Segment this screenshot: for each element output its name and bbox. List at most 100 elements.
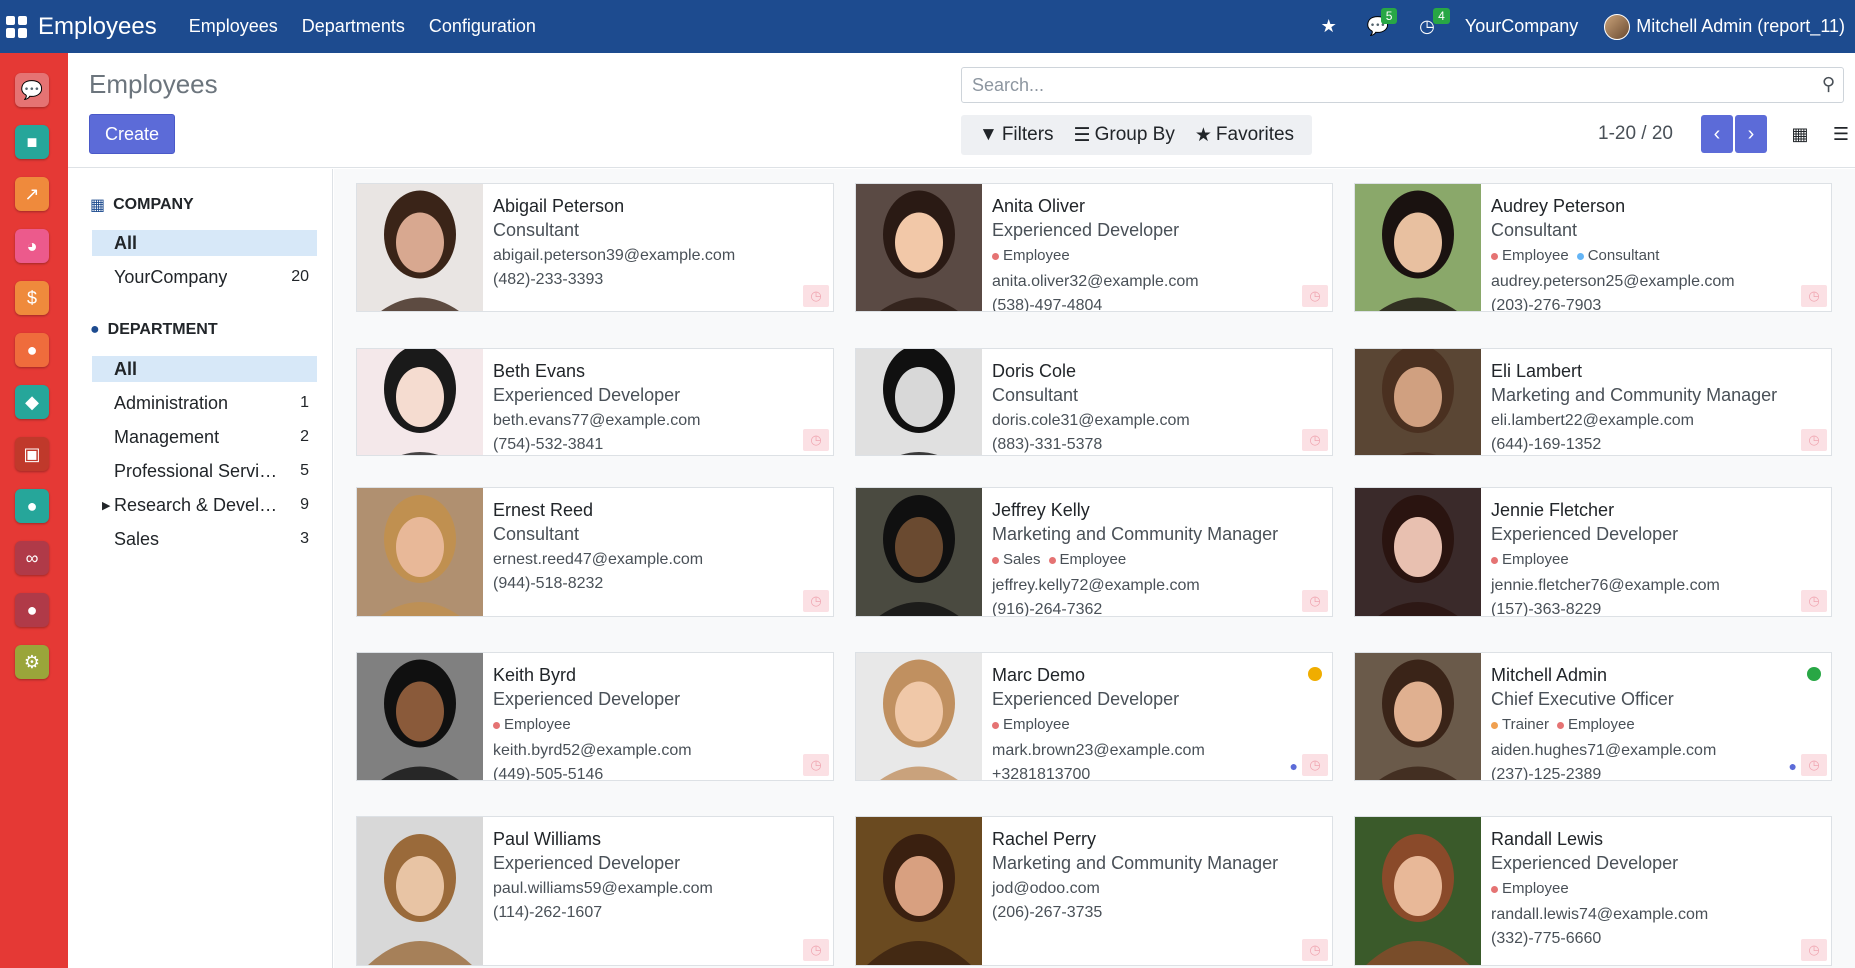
inventory-app-icon[interactable]: ▣ xyxy=(15,437,49,471)
activity-clock-icon[interactable]: ◷ xyxy=(1801,429,1827,451)
employee-name[interactable]: Mitchell Admin xyxy=(1491,663,1821,687)
employee-photo[interactable] xyxy=(856,488,982,616)
menu-employees[interactable]: Employees xyxy=(189,16,278,37)
employee-name[interactable]: Abigail Peterson xyxy=(493,194,823,218)
chat-icon[interactable]: ● xyxy=(1789,758,1797,774)
employee-card[interactable]: Rachel Perry Marketing and Community Mana… xyxy=(855,816,1333,966)
activity-clock-icon[interactable]: ◷ xyxy=(1302,429,1328,451)
activity-clock-icon[interactable]: ◷ xyxy=(1801,754,1827,776)
sales-app-icon[interactable]: ◆ xyxy=(15,385,49,419)
chat-icon[interactable]: ● xyxy=(1290,758,1298,774)
department-filter-all[interactable]: All xyxy=(92,356,317,382)
activity-clock-icon[interactable]: ◷ 4 xyxy=(1419,8,1450,37)
activity-clock-icon[interactable]: ◷ xyxy=(803,939,829,961)
pager-next-button[interactable]: › xyxy=(1735,115,1767,153)
employee-photo[interactable] xyxy=(1355,184,1481,311)
expand-caret-icon[interactable]: ▶ xyxy=(102,499,110,512)
employee-name[interactable]: Eli Lambert xyxy=(1491,359,1821,383)
employee-photo[interactable] xyxy=(357,349,483,455)
employee-photo[interactable] xyxy=(1355,817,1481,965)
create-button[interactable]: Create xyxy=(89,114,175,154)
list-view-icon[interactable]: ☰ xyxy=(1826,119,1855,149)
dashboard-app-icon[interactable]: ◕ xyxy=(15,229,49,263)
activity-clock-icon[interactable]: ◷ xyxy=(803,429,829,451)
employee-photo[interactable] xyxy=(1355,349,1481,455)
employee-card[interactable]: Anita Oliver Experienced Developer Employe… xyxy=(855,183,1333,312)
employee-photo[interactable] xyxy=(1355,488,1481,616)
company-filter-all[interactable]: All xyxy=(92,230,317,256)
employee-photo[interactable] xyxy=(357,488,483,616)
employee-card[interactable]: Randall Lewis Experienced Developer Employ… xyxy=(1354,816,1832,966)
department-filter-research-development[interactable]: ▶ Research & Development 9 xyxy=(92,492,317,518)
app-brand[interactable]: Employees xyxy=(38,13,157,41)
employees-app-icon[interactable]: ● xyxy=(15,489,49,523)
employee-name[interactable]: Paul Williams xyxy=(493,827,823,851)
contacts-app-icon[interactable]: ■ xyxy=(15,125,49,159)
employee-photo[interactable] xyxy=(357,184,483,311)
apps-app-icon[interactable]: ● xyxy=(15,593,49,627)
activity-clock-icon[interactable]: ◷ xyxy=(803,590,829,612)
pager-previous-button[interactable]: ‹ xyxy=(1701,115,1733,153)
settings-app-icon[interactable]: ⚙ xyxy=(15,645,49,679)
link-app-icon[interactable]: ∞ xyxy=(15,541,49,575)
pager-value[interactable]: 1-20 / 20 xyxy=(1598,123,1673,145)
employee-name[interactable]: Doris Cole xyxy=(992,359,1322,383)
employee-card[interactable]: Beth Evans Experienced Developer beth.evan… xyxy=(356,348,834,456)
employee-photo[interactable] xyxy=(1355,653,1481,780)
employee-card[interactable]: Paul Williams Experienced Developer paul.w… xyxy=(356,816,834,966)
activity-clock-icon[interactable]: ◷ xyxy=(1302,754,1328,776)
activity-clock-icon[interactable]: ◷ xyxy=(803,754,829,776)
employee-name[interactable]: Marc Demo xyxy=(992,663,1322,687)
company-filter-yourcompany[interactable]: YourCompany 20 xyxy=(92,264,317,290)
activity-clock-icon[interactable]: ◷ xyxy=(803,285,829,307)
app-switcher-icon[interactable] xyxy=(6,15,28,38)
employee-name[interactable]: Randall Lewis xyxy=(1491,827,1821,851)
department-filter-management[interactable]: Management 2 xyxy=(92,424,317,450)
employee-name[interactable]: Ernest Reed xyxy=(493,498,823,522)
employee-name[interactable]: Jeffrey Kelly xyxy=(992,498,1322,522)
employee-name[interactable]: Anita Oliver xyxy=(992,194,1322,218)
invoicing-app-icon[interactable]: $ xyxy=(15,281,49,315)
employee-card[interactable]: Marc Demo Experienced Developer Employee ma… xyxy=(855,652,1333,781)
employee-photo[interactable] xyxy=(856,184,982,311)
employee-name[interactable]: Keith Byrd xyxy=(493,663,823,687)
employee-name[interactable]: Audrey Peterson xyxy=(1491,194,1821,218)
employee-card[interactable]: Ernest Reed Consultant ernest.reed47@examp… xyxy=(356,487,834,617)
user-menu[interactable]: Mitchell Admin (report_11) xyxy=(1636,16,1845,37)
chat-icon[interactable]: 💬 5 xyxy=(1367,8,1398,37)
kanban-view-icon[interactable]: ▦ xyxy=(1785,119,1815,149)
department-filter-professional-services[interactable]: Professional Services 5 xyxy=(92,458,317,484)
employee-card[interactable]: Mitchell Admin Chief Executive Officer Tra… xyxy=(1354,652,1832,781)
user-avatar[interactable] xyxy=(1604,13,1631,40)
search-input[interactable] xyxy=(962,68,1843,102)
bug-icon[interactable]: ★ xyxy=(1321,16,1337,37)
employee-photo[interactable] xyxy=(856,817,982,965)
employee-card[interactable]: Doris Cole Consultant doris.cole31@example… xyxy=(855,348,1333,456)
employee-card[interactable]: Jennie Fletcher Experienced Developer Empl… xyxy=(1354,487,1832,617)
employee-card[interactable]: Eli Lambert Marketing and Community Manag… xyxy=(1354,348,1832,456)
activity-clock-icon[interactable]: ◷ xyxy=(1302,590,1328,612)
website-app-icon[interactable]: ● xyxy=(15,333,49,367)
activity-clock-icon[interactable]: ◷ xyxy=(1801,590,1827,612)
activity-clock-icon[interactable]: ◷ xyxy=(1302,939,1328,961)
employee-name[interactable]: Jennie Fletcher xyxy=(1491,498,1821,522)
discuss-app-icon[interactable]: 💬 xyxy=(15,73,49,107)
menu-departments[interactable]: Departments xyxy=(302,16,405,37)
employee-name[interactable]: Beth Evans xyxy=(493,359,823,383)
employee-name[interactable]: Rachel Perry xyxy=(992,827,1322,851)
employee-card[interactable]: Audrey Peterson Consultant Employee Consult… xyxy=(1354,183,1832,312)
employee-photo[interactable] xyxy=(357,653,483,780)
activity-clock-icon[interactable]: ◷ xyxy=(1302,285,1328,307)
menu-configuration[interactable]: Configuration xyxy=(429,16,536,37)
activity-clock-icon[interactable]: ◷ xyxy=(1801,939,1827,961)
employee-photo[interactable] xyxy=(856,349,982,455)
department-filter-sales[interactable]: Sales 3 xyxy=(92,526,317,552)
employee-card[interactable]: Jeffrey Kelly Marketing and Community Man… xyxy=(855,487,1333,617)
company-switcher[interactable]: YourCompany xyxy=(1465,16,1578,37)
filters-button[interactable]: ▼ Filters xyxy=(979,124,1054,146)
groupby-button[interactable]: ☰ Group By xyxy=(1074,124,1175,147)
employee-photo[interactable] xyxy=(357,817,483,965)
employee-photo[interactable] xyxy=(856,653,982,780)
employee-card[interactable]: Abigail Peterson Consultant abigail.peters… xyxy=(356,183,834,312)
department-filter-administration[interactable]: Administration 1 xyxy=(92,390,317,416)
